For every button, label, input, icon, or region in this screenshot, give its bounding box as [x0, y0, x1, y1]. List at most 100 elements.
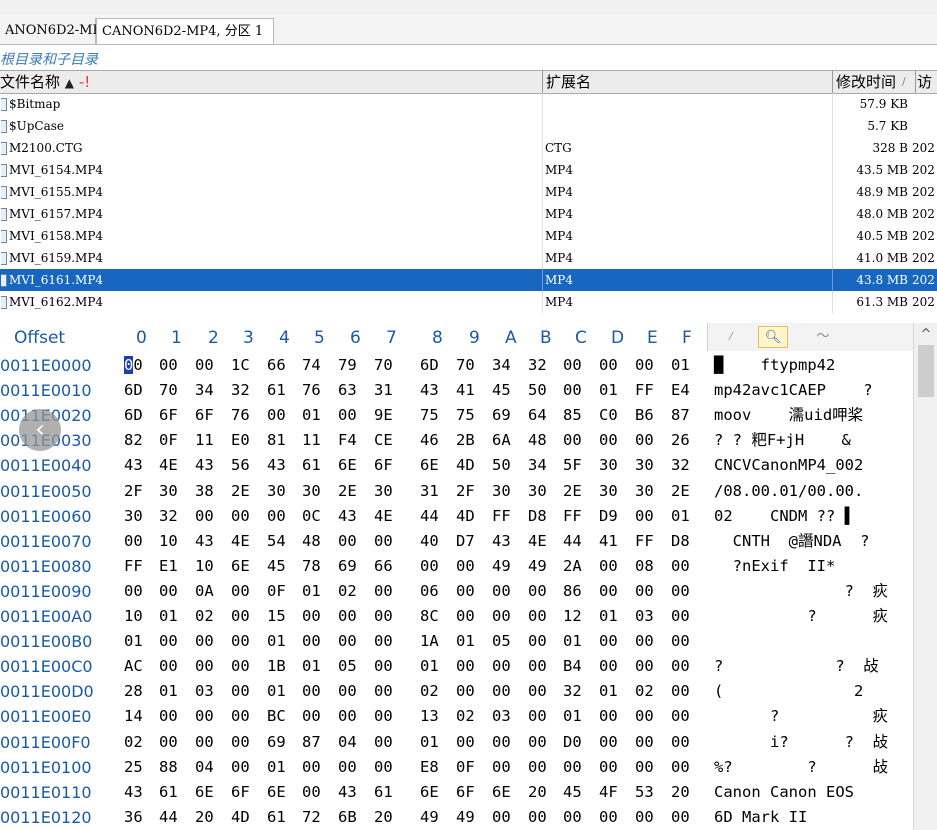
- hex-byte[interactable]: 43: [124, 453, 143, 478]
- hex-byte[interactable]: 01: [599, 604, 618, 629]
- hex-byte[interactable]: 54: [267, 529, 286, 554]
- hex-byte[interactable]: FF: [492, 504, 511, 529]
- hex-byte[interactable]: 6E: [338, 453, 357, 478]
- hex-byte[interactable]: E4: [671, 378, 690, 403]
- hex-byte[interactable]: 01: [302, 579, 321, 604]
- hex-byte[interactable]: 6D: [124, 403, 143, 428]
- hex-byte[interactable]: 66: [374, 554, 393, 579]
- hex-byte[interactable]: 00: [492, 805, 511, 830]
- hex-byte[interactable]: FF: [635, 378, 654, 403]
- hex-byte[interactable]: 01: [420, 730, 439, 755]
- hex-byte[interactable]: B6: [635, 403, 654, 428]
- hex-byte[interactable]: 48: [528, 428, 547, 453]
- hex-byte[interactable]: D8: [671, 529, 690, 554]
- hex-row[interactable]: 0011E0040 43 4E 43 56 43 61 6E 6F 6E 4D 50 34 5F 30 30 3…: [0, 453, 912, 478]
- hex-byte[interactable]: 00: [231, 629, 250, 654]
- hex-byte[interactable]: 34: [528, 453, 547, 478]
- hex-byte[interactable]: 00: [374, 755, 393, 780]
- file-row[interactable]: MVI_6154.MP4 MP4 43.5 MB 202: [0, 159, 937, 181]
- hex-byte[interactable]: 0F: [159, 428, 178, 453]
- hex-byte[interactable]: 00: [635, 805, 654, 830]
- hex-byte[interactable]: 00: [338, 604, 357, 629]
- hex-byte[interactable]: 45: [563, 780, 582, 805]
- hex-row[interactable]: 0011E00B0 01 00 00 00 01 00 00 00 1A 01 05 00 01 00 00 0…: [0, 629, 912, 654]
- tab-disk[interactable]: ANON6D2-MP4: [0, 18, 109, 44]
- hex-byte[interactable]: 70: [374, 353, 393, 378]
- hex-byte[interactable]: 00: [563, 428, 582, 453]
- hex-byte[interactable]: 00: [456, 654, 475, 679]
- hex-byte[interactable]: 00: [302, 604, 321, 629]
- hex-byte[interactable]: 28: [124, 679, 143, 704]
- hex-byte[interactable]: 00: [528, 805, 547, 830]
- hex-byte[interactable]: 00: [420, 554, 439, 579]
- hex-byte[interactable]: 82: [124, 428, 143, 453]
- hex-byte[interactable]: 01: [302, 654, 321, 679]
- hex-byte[interactable]: 69: [267, 730, 286, 755]
- file-row[interactable]: $UpCase 5.7 KB: [0, 115, 937, 137]
- hex-byte[interactable]: 4E: [159, 453, 178, 478]
- hex-byte[interactable]: 00: [302, 629, 321, 654]
- hex-byte[interactable]: 32: [671, 453, 690, 478]
- hex-byte[interactable]: 6E: [195, 780, 214, 805]
- file-row[interactable]: MVI_6155.MP4 MP4 48.9 MB 202: [0, 181, 937, 203]
- hex-byte[interactable]: 00: [563, 755, 582, 780]
- file-row[interactable]: MVI_6162.MP4 MP4 61.3 MB 202: [0, 291, 937, 313]
- hex-byte[interactable]: 6F: [231, 780, 250, 805]
- hex-byte[interactable]: 87: [302, 730, 321, 755]
- hex-byte[interactable]: 69: [338, 554, 357, 579]
- hex-byte[interactable]: 00: [492, 755, 511, 780]
- file-row[interactable]: M2100.CTG CTG 328 B 202: [0, 137, 937, 159]
- file-row[interactable]: MVI_6158.MP4 MP4 40.5 MB 202: [0, 225, 937, 247]
- hex-byte[interactable]: 00: [492, 730, 511, 755]
- scroll-up-icon[interactable]: ^: [914, 327, 937, 342]
- hex-byte[interactable]: 00: [374, 679, 393, 704]
- hex-byte[interactable]: 72: [302, 805, 321, 830]
- hex-byte[interactable]: 0A: [195, 579, 214, 604]
- hex-byte[interactable]: 00: [159, 629, 178, 654]
- hex-byte[interactable]: 25: [124, 755, 143, 780]
- hex-byte[interactable]: 02: [195, 604, 214, 629]
- hex-byte[interactable]: 0C: [302, 504, 321, 529]
- hex-row[interactable]: 0011E00206D6F6F760001009E7575696485C0B68…: [0, 403, 912, 428]
- hex-byte[interactable]: 00: [338, 755, 357, 780]
- hex-byte[interactable]: 01: [159, 679, 178, 704]
- hex-byte[interactable]: 01: [420, 654, 439, 679]
- hex-byte[interactable]: 00: [302, 679, 321, 704]
- hex-byte[interactable]: 2E: [338, 479, 357, 504]
- hex-byte[interactable]: 00: [267, 403, 286, 428]
- hex-byte[interactable]: 10: [159, 529, 178, 554]
- hex-byte[interactable]: 49: [456, 805, 475, 830]
- hex-byte[interactable]: FF: [124, 554, 143, 579]
- hex-byte[interactable]: 1A: [420, 629, 439, 654]
- hex-byte[interactable]: 6F: [159, 403, 178, 428]
- hex-byte[interactable]: 30: [159, 479, 178, 504]
- hex-byte[interactable]: 00: [599, 629, 618, 654]
- hex-byte[interactable]: 6A: [492, 428, 511, 453]
- hex-byte[interactable]: 00: [456, 604, 475, 629]
- hex-byte[interactable]: 00: [374, 604, 393, 629]
- hex-byte[interactable]: 00: [635, 504, 654, 529]
- hex-byte[interactable]: 30: [599, 453, 618, 478]
- hex-byte[interactable]: 31: [374, 378, 393, 403]
- hex-byte[interactable]: 87: [671, 403, 690, 428]
- hex-row[interactable]: 0011E0030820F11E08111F4CE462B6A480000002…: [0, 428, 912, 453]
- hex-byte[interactable]: CE: [374, 428, 393, 453]
- hex-byte[interactable]: 75: [420, 403, 439, 428]
- hex-byte[interactable]: 49: [420, 805, 439, 830]
- hex-byte[interactable]: 00: [195, 353, 214, 378]
- hex-byte[interactable]: 05: [338, 654, 357, 679]
- ascii-text[interactable]: 6D Mark II: [714, 805, 807, 830]
- hex-byte[interactable]: 00: [195, 629, 214, 654]
- hex-byte[interactable]: 30: [124, 504, 143, 529]
- hex-byte[interactable]: 4E: [374, 504, 393, 529]
- hex-byte[interactable]: 8C: [420, 604, 439, 629]
- hex-byte[interactable]: 00: [528, 704, 547, 729]
- hex-byte[interactable]: 00: [456, 679, 475, 704]
- hex-byte[interactable]: 00: [528, 604, 547, 629]
- ascii-text[interactable]: ?nExif II*: [714, 554, 836, 579]
- hex-row[interactable]: 0011E0050 2F 30 38 2E 30 30 2E 30 31 2F 30 30 2E 30 30 2…: [0, 479, 912, 504]
- hex-byte[interactable]: 00: [528, 654, 547, 679]
- hex-byte[interactable]: 02: [456, 704, 475, 729]
- hex-byte[interactable]: 00: [195, 504, 214, 529]
- hex-byte[interactable]: 00: [671, 629, 690, 654]
